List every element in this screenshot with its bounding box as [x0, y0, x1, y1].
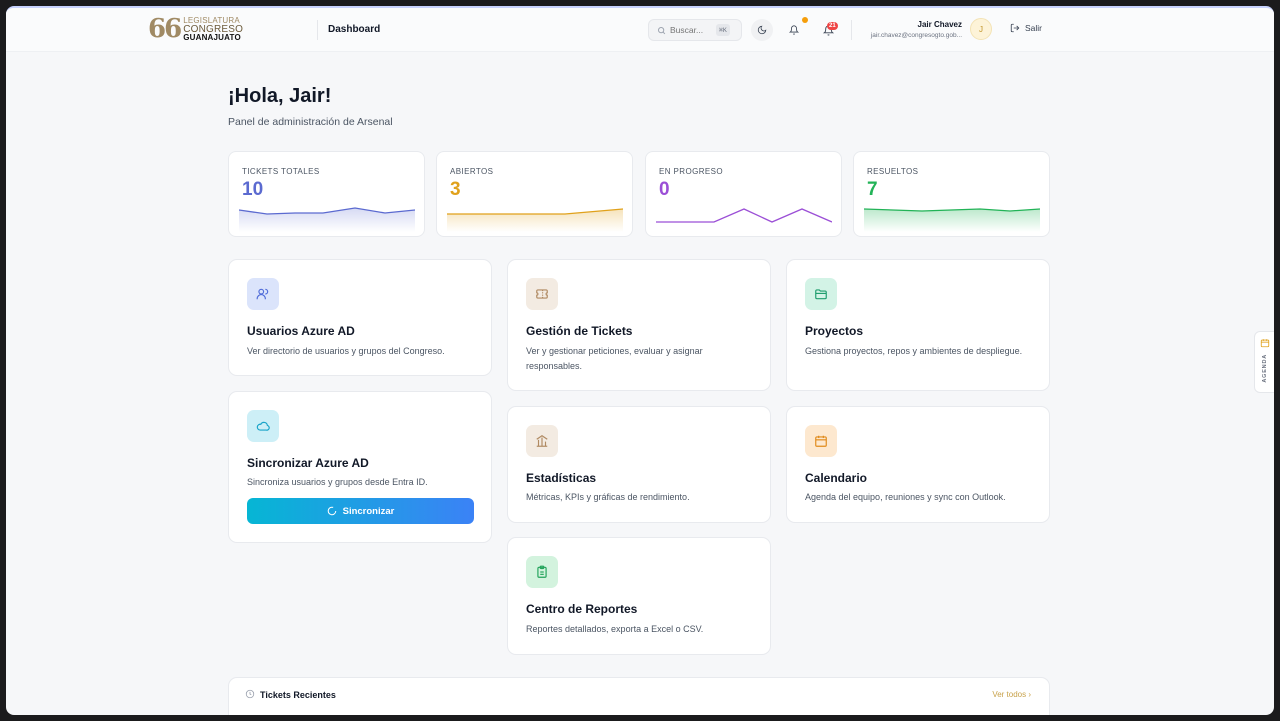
greeting-subtitle: Panel de administración de Arsenal [228, 116, 393, 128]
spinner-icon [327, 506, 336, 516]
agenda-label: AGENDA [1262, 354, 1268, 383]
sparkline-progress [656, 208, 832, 223]
clock-icon [245, 689, 255, 699]
logo-line3: GUANAJUATO [183, 32, 241, 42]
stat-label: EN PROGRESO [659, 167, 723, 176]
user-name: Jair Chavez [917, 20, 962, 29]
stat-card-progress[interactable]: EN PROGRESO 0 [645, 151, 842, 237]
calendar-icon [805, 425, 837, 457]
stat-label: ABIERTOS [450, 167, 494, 176]
logout-button[interactable]: Salir [1010, 23, 1042, 33]
search-input[interactable] [670, 25, 714, 35]
notifications-button[interactable] [783, 19, 805, 41]
notification-dot [802, 17, 808, 23]
card-title: Estadísticas [526, 471, 597, 485]
search-shortcut: ⌘K [716, 24, 730, 36]
agenda-side-tab[interactable]: AGENDA [1254, 331, 1274, 393]
card-gestion-tickets[interactable]: Gestión de Tickets Ver y gestionar petic… [507, 259, 771, 391]
ticket-icon [526, 278, 558, 310]
sparkline-total [239, 207, 415, 232]
card-description: Ver y gestionar peticiones, evaluar y as… [526, 346, 703, 371]
card-proyectos[interactable]: Proyectos Gestiona proyectos, repos y am… [786, 259, 1050, 391]
stat-value: 7 [867, 179, 878, 200]
recent-tickets-panel: Tickets Recientes Ver todos › [228, 677, 1050, 715]
card-estadisticas[interactable]: Estadísticas Métricas, KPIs y gráficas d… [507, 406, 771, 523]
bell-icon [789, 25, 799, 35]
card-description: Reportes detallados, exporta a Excel o C… [526, 624, 704, 634]
card-title: Sincronizar Azure AD [247, 456, 369, 470]
card-title: Usuarios Azure AD [247, 324, 355, 338]
card-description: Sincroniza usuarios y grupos desde Entra… [247, 477, 428, 487]
users-icon [247, 278, 279, 310]
card-description: Ver directorio de usuarios y grupos del … [247, 346, 445, 356]
stat-label: TICKETS TOTALES [242, 167, 320, 176]
card-description: Métricas, KPIs y gráficas de rendimiento… [526, 492, 690, 502]
user-email: jair.chavez@congresogto.gob... [870, 32, 962, 39]
view-all-link[interactable]: Ver todos › [992, 690, 1031, 699]
card-title: Centro de Reportes [526, 602, 638, 616]
stat-value: 10 [242, 179, 264, 200]
logout-label: Salir [1025, 23, 1043, 33]
congreso-logo[interactable]: 66 LEGISLATURA CONGRESO GUANAJUATO [148, 16, 243, 42]
logo-number: 66 [148, 14, 182, 44]
stat-value: 3 [450, 179, 461, 200]
header-divider [317, 20, 318, 40]
page-title: Dashboard [328, 24, 381, 35]
card-description: Gestiona proyectos, repos y ambientes de… [805, 346, 1023, 356]
search-box[interactable]: ⌘K [648, 19, 742, 41]
stat-card-total[interactable]: TICKETS TOTALES 10 [228, 151, 425, 237]
search-icon [658, 26, 666, 34]
greeting-heading: ¡Hola, Jair! [228, 85, 332, 107]
card-description: Agenda del equipo, reuniones y sync con … [805, 492, 1006, 502]
stat-card-open[interactable]: ABIERTOS 3 [436, 151, 633, 237]
sparkline-resolved [864, 208, 1040, 232]
card-usuarios-azure[interactable]: Usuarios Azure AD Ver directorio de usua… [228, 259, 492, 376]
card-title: Proyectos [805, 324, 864, 338]
folder-icon [805, 278, 837, 310]
calendar-icon [1260, 339, 1270, 348]
moon-icon [757, 25, 767, 35]
theme-toggle-button[interactable] [751, 19, 773, 41]
clipboard-icon [526, 556, 558, 588]
cloud-icon [247, 410, 279, 442]
chart-icon [526, 425, 558, 457]
avatar[interactable]: J [970, 18, 992, 40]
sparkline-open [447, 208, 623, 232]
card-centro-reportes[interactable]: Centro de Reportes Reportes detallados, … [507, 537, 771, 655]
card-title: Calendario [805, 471, 868, 485]
sync-button[interactable]: Sincronizar [247, 498, 474, 524]
user-divider [851, 20, 852, 40]
card-calendario[interactable]: Calendario Agenda del equipo, reuniones … [786, 406, 1050, 523]
app-window: 66 LEGISLATURA CONGRESO GUANAJUATO Dashb… [6, 6, 1274, 715]
notification-count-badge: 21 [827, 22, 838, 30]
stat-value: 0 [659, 179, 670, 200]
card-title: Gestión de Tickets [526, 324, 633, 338]
stat-card-resolved[interactable]: RESUELTOS 7 [853, 151, 1050, 237]
card-sincronizar-azure: Sincronizar Azure AD Sincroniza usuarios… [228, 391, 492, 543]
sync-button-label: Sincronizar [342, 505, 395, 517]
stat-label: RESUELTOS [867, 167, 919, 176]
logout-icon [1010, 23, 1020, 33]
recent-tickets-title: Tickets Recientes [260, 690, 336, 700]
